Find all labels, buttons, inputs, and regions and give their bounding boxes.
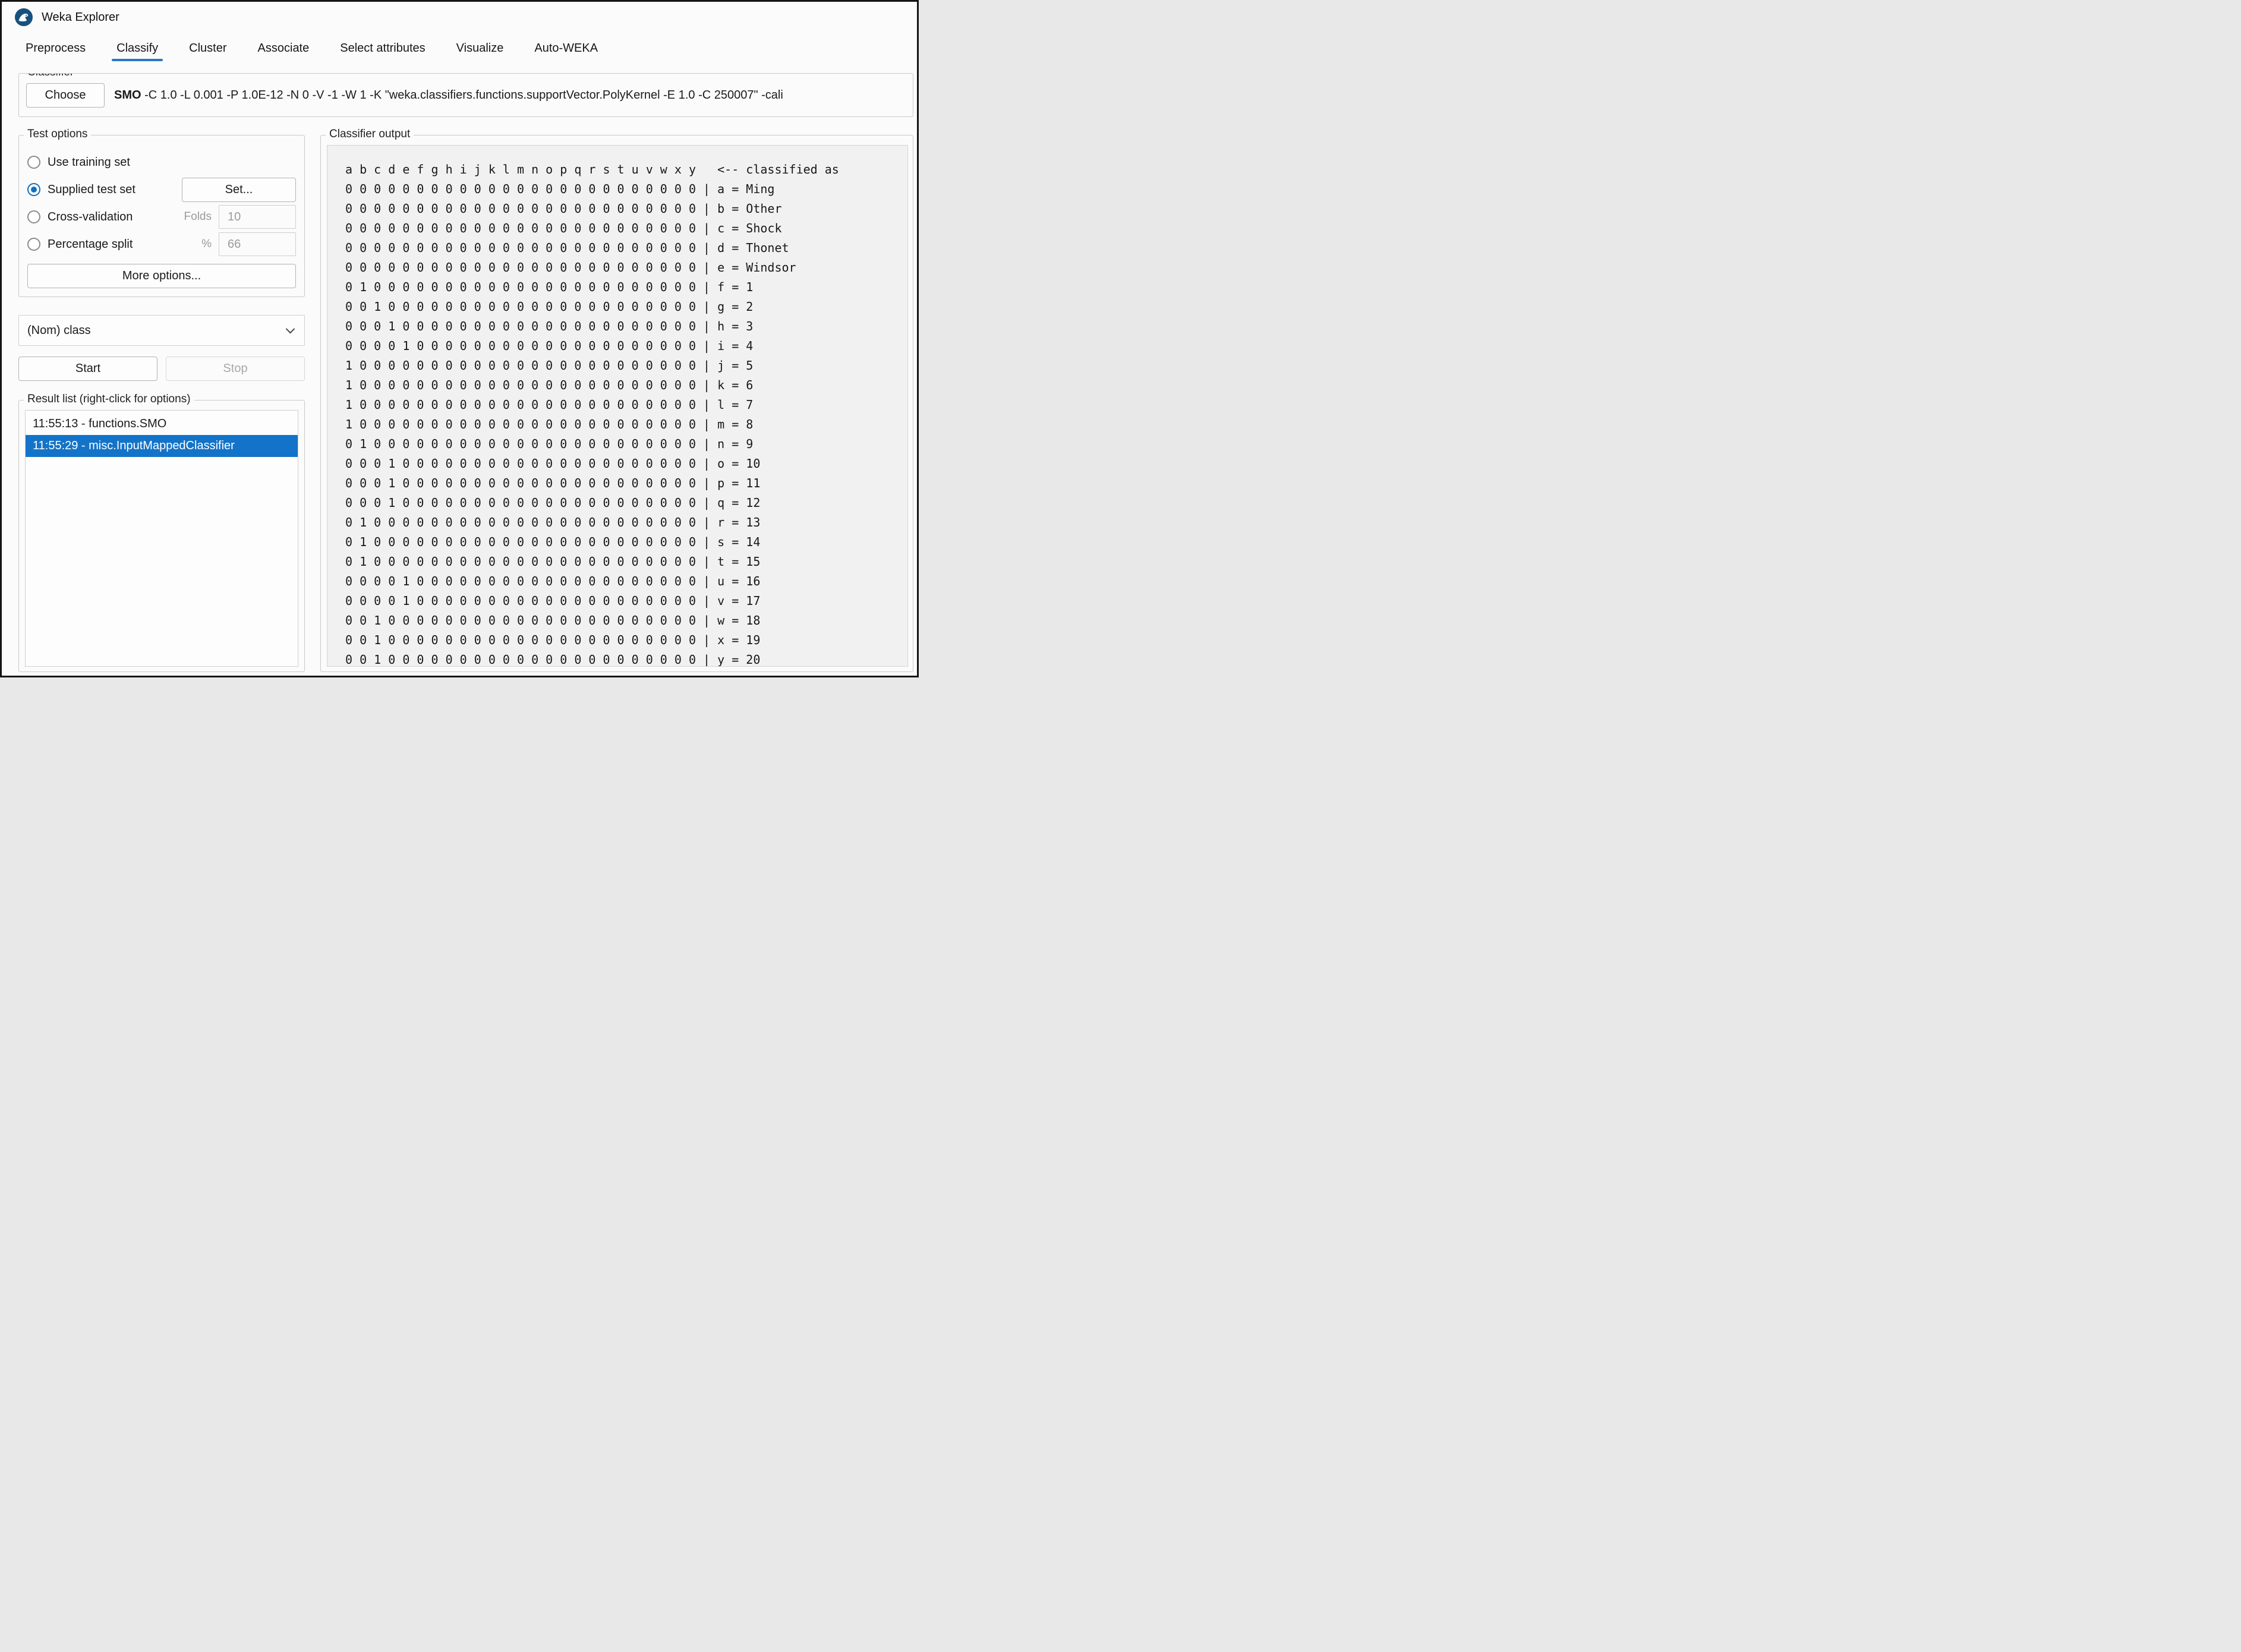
stop-button: Stop <box>166 357 305 381</box>
supplied-test-set-radio[interactable] <box>27 183 40 196</box>
folds-field: 10 <box>219 205 296 229</box>
cross-validation-label: Cross-validation <box>48 210 133 224</box>
classifier-output-groupbox: Classifier output a b c d e f g h i j k … <box>320 135 913 672</box>
weka-logo-icon <box>15 8 33 26</box>
tab-cluster[interactable]: Cluster <box>188 33 228 64</box>
run-controls: Start Stop <box>18 357 305 381</box>
left-panel: Test options Use training set Supplied t… <box>18 135 305 672</box>
test-options-groupbox: Test options Use training set Supplied t… <box>18 135 305 297</box>
result-item-input-mapped-classifier[interactable]: 11:55:29 - misc.InputMappedClassifier <box>26 435 298 457</box>
tab-preprocess[interactable]: Preprocess <box>24 33 87 64</box>
result-list-groupbox: Result list (right-click for options) 11… <box>18 400 305 672</box>
use-training-set-option[interactable]: Use training set <box>27 149 296 176</box>
main-area: Test options Use training set Supplied t… <box>18 135 913 672</box>
result-list[interactable]: 11:55:13 - functions.SMO 11:55:29 - misc… <box>25 410 298 667</box>
chevron-down-icon <box>286 324 295 333</box>
tab-visualize[interactable]: Visualize <box>455 33 505 64</box>
use-training-set-radio[interactable] <box>27 156 40 169</box>
percent-label: % <box>201 238 212 251</box>
window-title: Weka Explorer <box>42 11 119 24</box>
tab-select-attributes[interactable]: Select attributes <box>339 33 426 64</box>
classifier-output-group-label: Classifier output <box>326 128 414 141</box>
cross-validation-option[interactable]: Cross-validation Folds 10 <box>27 203 296 231</box>
result-list-group-label: Result list (right-click for options) <box>24 393 194 406</box>
classifier-output-text[interactable]: a b c d e f g h i j k l m n o p q r s t … <box>327 146 907 667</box>
start-button[interactable]: Start <box>18 357 157 381</box>
percentage-split-label: Percentage split <box>48 238 133 251</box>
scheme-name: SMO <box>114 89 141 102</box>
use-training-set-label: Use training set <box>48 156 130 169</box>
percentage-split-field: 66 <box>219 232 296 256</box>
percentage-split-option[interactable]: Percentage split % 66 <box>27 231 296 258</box>
result-item-smo[interactable]: 11:55:13 - functions.SMO <box>26 413 298 435</box>
class-attribute-value: (Nom) class <box>27 324 91 338</box>
tab-classify[interactable]: Classify <box>115 33 159 64</box>
choose-button[interactable]: Choose <box>26 83 105 108</box>
classifier-group-label: Classifier <box>24 73 77 79</box>
test-options-group-label: Test options <box>24 128 91 141</box>
classifier-scheme-text[interactable]: SMO -C 1.0 -L 0.001 -P 1.0E-12 -N 0 -V -… <box>114 89 906 102</box>
classifier-groupbox: Classifier Choose SMO -C 1.0 -L 0.001 -P… <box>18 73 913 117</box>
scheme-params: -C 1.0 -L 0.001 -P 1.0E-12 -N 0 -V -1 -W… <box>141 89 783 102</box>
cross-validation-radio[interactable] <box>27 210 40 223</box>
supplied-test-set-label: Supplied test set <box>48 183 135 197</box>
title-bar: Weka Explorer <box>2 2 917 33</box>
tab-bar: Preprocess Classify Cluster Associate Se… <box>2 33 917 64</box>
folds-label: Folds <box>184 210 212 223</box>
percentage-split-radio[interactable] <box>27 238 40 251</box>
tab-associate[interactable]: Associate <box>257 33 311 64</box>
more-options-button[interactable]: More options... <box>27 264 296 288</box>
class-attribute-dropdown[interactable]: (Nom) class <box>18 315 305 346</box>
classifier-output-area[interactable]: a b c d e f g h i j k l m n o p q r s t … <box>327 145 908 667</box>
supplied-test-set-option[interactable]: Supplied test set Set... <box>27 176 296 203</box>
tab-auto-weka[interactable]: Auto-WEKA <box>533 33 599 64</box>
weka-explorer-window: Weka Explorer Preprocess Classify Cluste… <box>0 0 919 677</box>
set-button[interactable]: Set... <box>182 178 296 202</box>
